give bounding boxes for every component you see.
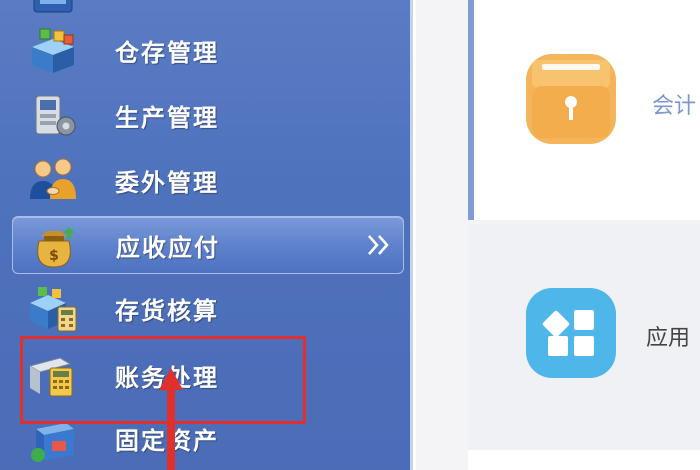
folder-pin-icon: [526, 54, 616, 144]
sidebar-item-outsourcing[interactable]: 委外管理: [12, 151, 404, 209]
sidebar-item-label: 委外管理: [115, 168, 219, 197]
sidebar-item-label: 存货核算: [115, 296, 219, 325]
app-grid-icon: [526, 288, 616, 378]
sidebar-item-warehouse[interactable]: 仓存管理: [12, 21, 404, 79]
svg-text:$: $: [49, 248, 59, 264]
production-machine-icon: [35, 95, 76, 136]
app-card-label: 应用: [646, 326, 691, 351]
sidebar-item-receivables-payables[interactable]: $ 应收应付: [12, 216, 404, 274]
chevron-right-icon[interactable]: [365, 231, 393, 259]
sidebar-item-label: 仓存管理: [115, 38, 219, 67]
sidebar-item-inventory-accounting[interactable]: 存货核算: [12, 279, 404, 337]
sidebar-item-label: 应收应付: [116, 233, 220, 262]
sidebar-item-label: 生产管理: [115, 103, 219, 132]
app-card-accounting[interactable]: 会计: [468, 0, 700, 220]
annotation-arrow-icon: [159, 368, 183, 470]
partial-top-icon: [33, 0, 73, 13]
navigation-sidebar: 仓存管理 生产管理 委外管理 $ 应收应付 存货核算: [0, 0, 413, 470]
app-card-label: 会计: [652, 94, 697, 119]
app-card-apps[interactable]: 应用: [468, 224, 700, 470]
app-card-partial[interactable]: [468, 450, 700, 470]
content-panel: 会计 应用: [416, 0, 700, 470]
outsourcing-people-icon: [30, 158, 76, 199]
sidebar-item-top-partial[interactable]: [12, 0, 404, 22]
sidebar-item-production[interactable]: 生产管理: [12, 86, 404, 144]
money-bag-icon: $: [37, 227, 75, 268]
warehouse-boxes-icon: [32, 28, 74, 73]
inventory-calculator-icon: [30, 287, 77, 332]
